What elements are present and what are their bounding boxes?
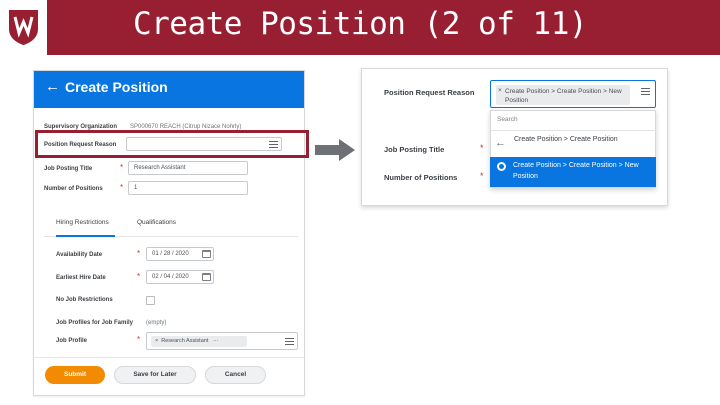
job-profiles-label: Job Profiles for Job Family: [56, 320, 134, 326]
back-arrow-icon[interactable]: ←: [495, 137, 506, 149]
required-mark: *: [137, 335, 141, 344]
availability-date-input[interactable]: 01 / 28 / 2020: [146, 247, 214, 261]
earliest-hire-date-value: 02 / 04 / 2020: [152, 274, 189, 280]
calendar-icon[interactable]: [202, 250, 211, 258]
zoom-job-posting-title-label: Job Posting Title: [384, 145, 445, 154]
dropdown-option-selected-label[interactable]: Create Position > Create Position > New …: [513, 160, 651, 182]
required-mark: *: [120, 183, 124, 192]
list-icon[interactable]: [641, 88, 650, 95]
number-of-positions-value: 1: [134, 185, 138, 191]
zoom-position-request-reason-label: Position Request Reason: [384, 88, 475, 97]
job-posting-title-value: Research Assistant: [134, 165, 186, 171]
job-posting-title-label: Job Posting Title: [44, 166, 93, 172]
radio-selected-icon[interactable]: [497, 162, 506, 171]
required-mark: *: [480, 171, 484, 181]
submit-button[interactable]: Submit: [45, 366, 105, 384]
no-job-restrictions-checkbox[interactable]: [146, 296, 155, 305]
job-profiles-value: (empty): [146, 320, 167, 326]
job-profile-pill: × Research Assistant ···: [151, 336, 247, 347]
slide-header: Create Position (2 of 11): [0, 0, 720, 55]
required-mark: *: [120, 163, 124, 172]
remove-icon[interactable]: ×: [155, 338, 158, 344]
required-mark: *: [137, 272, 141, 281]
highlight-box: [35, 130, 309, 158]
required-mark: *: [480, 143, 484, 153]
footer-divider: [34, 357, 304, 358]
cancel-button[interactable]: Cancel: [205, 366, 266, 384]
required-mark: *: [137, 249, 141, 258]
more-icon[interactable]: ···: [213, 338, 219, 344]
earliest-hire-date-input[interactable]: 02 / 04 / 2020: [146, 270, 214, 284]
dropdown-search-input[interactable]: Search: [497, 116, 518, 123]
zoom-selected-value: Create Position > Create Position > New …: [505, 88, 622, 104]
arrow-left-icon[interactable]: ←: [45, 78, 60, 95]
job-posting-title-input[interactable]: Research Assistant: [128, 161, 248, 175]
arrow-right-icon: [315, 139, 355, 161]
remove-icon[interactable]: ×: [498, 87, 502, 94]
calendar-icon[interactable]: [202, 273, 211, 281]
job-profile-input[interactable]: × Research Assistant ···: [146, 332, 298, 350]
job-profile-label: Job Profile: [56, 338, 88, 344]
job-profile-value: Research Assistant: [161, 338, 209, 344]
number-of-positions-input[interactable]: 1: [128, 181, 248, 195]
availability-date-label: Availability Date: [56, 252, 103, 258]
number-of-positions-label: Number of Positions: [44, 186, 103, 192]
dropdown-divider: [490, 130, 656, 131]
no-job-restrictions-label: No Job Restrictions: [56, 297, 113, 303]
earliest-hire-date-label: Earliest Hire Date: [56, 275, 106, 281]
availability-date-value: 01 / 28 / 2020: [152, 251, 189, 257]
tab-hiring-restrictions[interactable]: Hiring Restrictions: [56, 219, 109, 226]
slide-title: Create Position (2 of 11): [132, 6, 588, 42]
save-for-later-button[interactable]: Save for Later: [114, 366, 196, 384]
zoom-number-of-positions-label: Number of Positions: [384, 173, 458, 182]
form-header: ← Create Position: [34, 71, 304, 108]
list-icon[interactable]: [285, 338, 294, 345]
tab-qualifications[interactable]: Qualifications: [137, 219, 176, 226]
active-tab-indicator: [56, 235, 115, 237]
form-title: Create Position: [65, 79, 168, 95]
zoom-selected-pill: × Create Position > Create Position > Ne…: [496, 85, 630, 105]
dropdown-option-parent[interactable]: Create Position > Create Position: [514, 135, 644, 145]
